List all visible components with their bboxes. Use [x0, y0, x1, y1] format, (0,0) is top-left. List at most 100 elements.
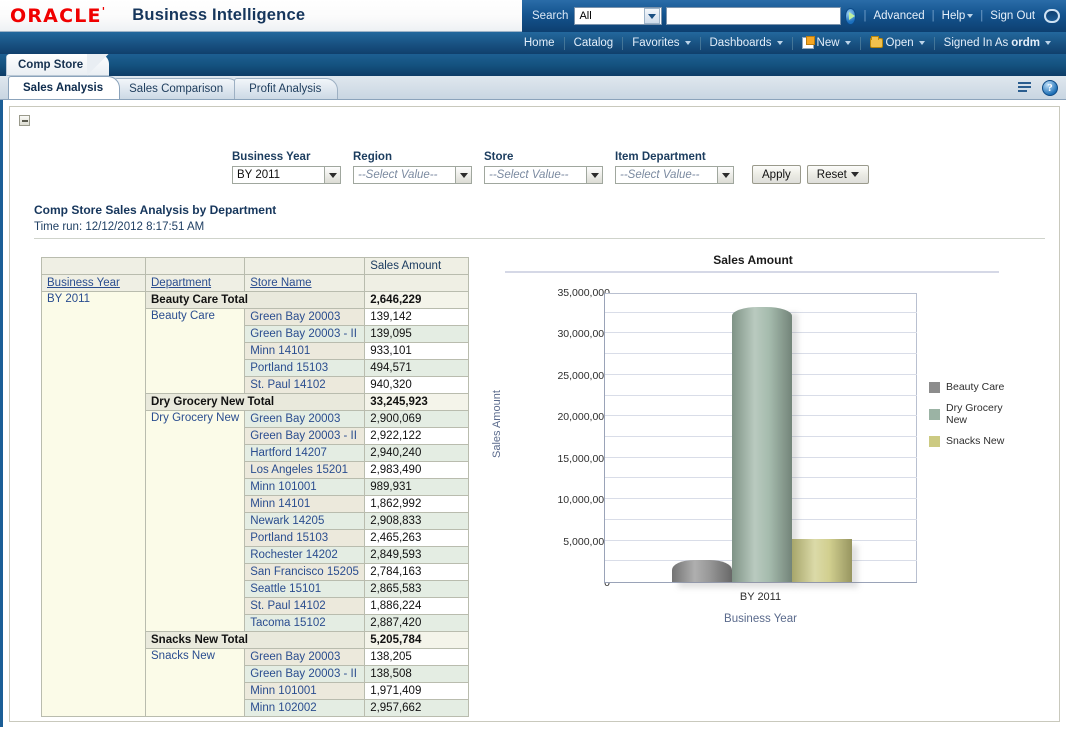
nav-item-label: Home — [524, 37, 555, 49]
search-input[interactable] — [666, 7, 841, 25]
department-cell[interactable]: Beauty Care — [146, 309, 245, 394]
chevron-down-icon — [845, 41, 851, 45]
store-name-cell[interactable]: Minn 14101 — [245, 343, 365, 360]
tab-sales-analysis[interactable]: Sales Analysis — [8, 76, 120, 99]
nav-item-open[interactable]: Open — [861, 37, 934, 49]
time-run-label: Time run: 12/12/2012 8:17:51 AM — [34, 221, 204, 233]
store-name-cell[interactable]: Newark 14205 — [245, 513, 365, 530]
nav-separator — [564, 37, 565, 50]
store-name-cell[interactable]: Green Bay 20003 — [245, 411, 365, 428]
report-pane: Business Year BY 2011 Region --Select Va… — [9, 106, 1060, 722]
tab-profit-analysis[interactable]: Profit Analysis — [234, 78, 338, 99]
region-select[interactable]: --Select Value-- — [353, 166, 472, 184]
chevron-down-icon[interactable] — [324, 166, 341, 184]
prompt-business-year: Business Year BY 2011 — [232, 151, 341, 184]
year-cell[interactable]: BY 2011 — [42, 292, 146, 717]
legend-item[interactable]: Beauty Care — [929, 381, 1034, 393]
folder-icon — [870, 38, 883, 48]
store-name-cell[interactable]: Hartford 14207 — [245, 445, 365, 462]
sales-amount-cell: 2,865,583 — [365, 581, 469, 598]
chart-gridline — [605, 293, 917, 294]
page-tab-tools: ? — [1018, 80, 1058, 96]
signed-in-as-menu[interactable]: Signed In As ordm — [935, 37, 1060, 49]
chart-y-axis-title: Sales Amount — [491, 390, 503, 458]
store-name-cell[interactable]: Portland 15103 — [245, 530, 365, 547]
prompt-label: Region — [353, 151, 472, 163]
app-title: Business Intelligence — [132, 6, 305, 25]
sales-amount-cell: 2,957,662 — [365, 700, 469, 717]
chevron-down-icon[interactable] — [586, 166, 603, 184]
oracle-logo: ORACLE' — [10, 5, 106, 27]
nav-separator — [934, 37, 935, 50]
store-name-cell[interactable]: St. Paul 14102 — [245, 377, 365, 394]
region-value: --Select Value-- — [353, 166, 455, 184]
nav-item-new[interactable]: New — [793, 37, 860, 49]
store-name-cell[interactable]: San Francisco 15205 — [245, 564, 365, 581]
prompt-label: Store — [484, 151, 603, 163]
item-department-select[interactable]: --Select Value-- — [615, 166, 734, 184]
nav-item-dashboards[interactable]: Dashboards — [701, 37, 792, 49]
chart-x-tick-label: BY 2011 — [604, 591, 917, 603]
store-name-cell[interactable]: Minn 101001 — [245, 683, 365, 700]
column-header[interactable]: Business Year — [42, 275, 146, 292]
sales-amount-cell: 1,886,224 — [365, 598, 469, 615]
apply-button[interactable]: Apply — [752, 165, 801, 184]
store-name-cell[interactable]: Minn 102002 — [245, 700, 365, 717]
store-name-cell[interactable]: St. Paul 14102 — [245, 598, 365, 615]
prompt-label: Business Year — [232, 151, 341, 163]
column-header[interactable]: Store Name — [245, 275, 365, 292]
chevron-down-icon[interactable] — [455, 166, 472, 184]
legend-item[interactable]: Dry Grocery New — [929, 402, 1034, 426]
store-name-cell[interactable]: Los Angeles 15201 — [245, 462, 365, 479]
store-name-cell[interactable]: Tacoma 15102 — [245, 615, 365, 632]
nav-separator — [700, 37, 701, 50]
user-avatar-icon — [1044, 9, 1060, 23]
store-name-cell[interactable]: Rochester 14202 — [245, 547, 365, 564]
store-name-cell[interactable]: Green Bay 20003 — [245, 309, 365, 326]
group-total-label: Beauty Care Total — [146, 292, 365, 309]
store-name-cell[interactable]: Green Bay 20003 - II — [245, 666, 365, 683]
sales-amount-cell: 989,931 — [365, 479, 469, 496]
chevron-down-icon — [777, 41, 783, 45]
advanced-link[interactable]: Advanced — [873, 10, 924, 22]
store-name-cell[interactable]: Seattle 15101 — [245, 581, 365, 598]
dashboard-name: Comp Store — [18, 59, 83, 71]
chart-y-tick-label: 35,000,000 — [520, 287, 610, 299]
sales-amount-cell: 2,908,833 — [365, 513, 469, 530]
chevron-down-icon[interactable] — [717, 166, 734, 184]
chart-bar[interactable] — [732, 307, 792, 582]
nav-item-home[interactable]: Home — [515, 37, 564, 49]
store-name-cell[interactable]: Minn 101001 — [245, 479, 365, 496]
department-cell[interactable]: Dry Grocery New — [146, 411, 245, 632]
help-menu[interactable]: Help — [942, 10, 966, 22]
chart-legend: Beauty Care Dry Grocery New Snacks New — [929, 381, 1034, 456]
store-name-cell[interactable]: Green Bay 20003 — [245, 649, 365, 666]
page-options-icon[interactable] — [1018, 81, 1033, 95]
sign-out-link[interactable]: Sign Out — [990, 10, 1035, 22]
collapse-section-icon[interactable] — [19, 115, 30, 126]
help-icon[interactable]: ? — [1042, 80, 1058, 96]
chart-plot-area — [604, 293, 917, 583]
legend-label: Snacks New — [946, 435, 1004, 447]
department-cell[interactable]: Snacks New — [146, 649, 245, 717]
nav-item-catalog[interactable]: Catalog — [565, 37, 623, 49]
column-header[interactable]: Department — [146, 275, 245, 292]
search-scope-select[interactable]: All — [574, 7, 661, 25]
chart-bar[interactable] — [792, 539, 852, 582]
nav-item-favorites[interactable]: Favorites — [623, 37, 699, 49]
search-go-button[interactable] — [845, 8, 857, 25]
business-year-select[interactable]: BY 2011 — [232, 166, 341, 184]
store-name-cell[interactable]: Portland 15103 — [245, 360, 365, 377]
store-name-cell[interactable]: Green Bay 20003 - II — [245, 428, 365, 445]
legend-swatch — [929, 382, 940, 393]
sales-amount-cell: 2,940,240 — [365, 445, 469, 462]
dashboard-tab-comp-store[interactable]: Comp Store — [6, 54, 109, 76]
store-select[interactable]: --Select Value-- — [484, 166, 603, 184]
reset-button[interactable]: Reset — [807, 165, 869, 184]
sales-amount-cell: 138,508 — [365, 666, 469, 683]
tab-sales-comparison[interactable]: Sales Comparison — [114, 78, 240, 99]
legend-item[interactable]: Snacks New — [929, 435, 1034, 447]
chart-bar[interactable] — [672, 560, 732, 582]
store-name-cell[interactable]: Minn 14101 — [245, 496, 365, 513]
store-name-cell[interactable]: Green Bay 20003 - II — [245, 326, 365, 343]
